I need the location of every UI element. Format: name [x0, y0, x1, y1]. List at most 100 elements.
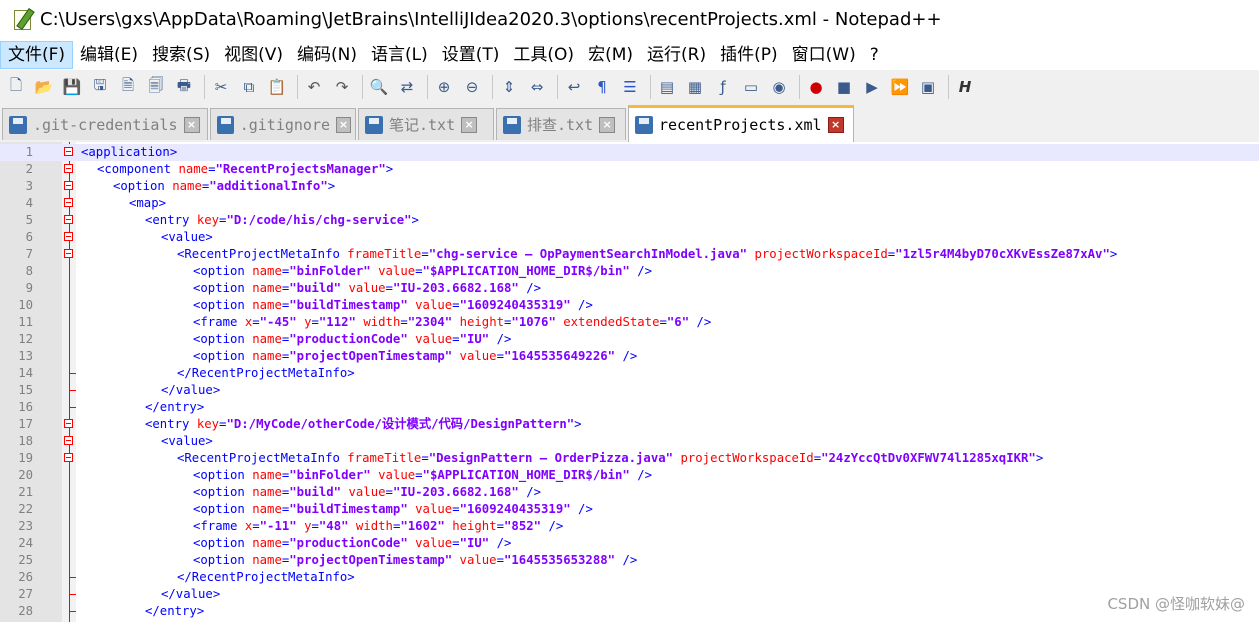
code-line[interactable]: 8 <option name="binFolder" value="$APPLIC…: [0, 263, 1259, 280]
sync-vertical-icon[interactable]: ⇕: [497, 75, 521, 99]
udl-icon[interactable]: ▤: [655, 75, 679, 99]
menu-item-1[interactable]: 编辑(E): [73, 41, 145, 69]
menu-item-4[interactable]: 编码(N): [290, 41, 364, 69]
menu-item-10[interactable]: 插件(P): [713, 41, 785, 69]
fold-toggle-icon[interactable]: [64, 198, 73, 207]
replace-icon[interactable]: ⇄: [395, 75, 419, 99]
fold-toggle-icon[interactable]: [64, 436, 73, 445]
word-wrap-icon[interactable]: ↩: [562, 75, 586, 99]
folder-as-workspace-icon[interactable]: ▭: [739, 75, 763, 99]
menu-item-3[interactable]: 视图(V): [217, 41, 290, 69]
code-line[interactable]: 14 </RecentProjectMetaInfo>: [0, 365, 1259, 382]
fold-toggle-icon[interactable]: [64, 215, 73, 224]
code-token: <option: [193, 264, 253, 278]
doc-map-icon[interactable]: ▦: [683, 75, 707, 99]
code-line[interactable]: 6 <value>: [0, 229, 1259, 246]
print-icon[interactable]: 🖶: [172, 75, 196, 99]
tab-1[interactable]: .gitignore ×: [210, 108, 356, 140]
menu-item-0[interactable]: 文件(F): [0, 41, 74, 69]
fold-toggle-icon[interactable]: [64, 181, 73, 190]
code-line[interactable]: 27 </value>: [0, 586, 1259, 603]
fold-toggle-icon[interactable]: [64, 249, 73, 258]
code-line[interactable]: 17 <entry key="D:/MyCode/otherCode/设计模式/代…: [0, 416, 1259, 433]
menu-item-2[interactable]: 搜索(S): [145, 41, 217, 69]
redo-icon[interactable]: ↷: [330, 75, 354, 99]
function-list-icon[interactable]: ƒ: [711, 75, 735, 99]
open-file-icon[interactable]: 📂: [32, 75, 56, 99]
code-line[interactable]: 15 </value>: [0, 382, 1259, 399]
tab-close-icon[interactable]: ×: [461, 116, 478, 133]
fold-toggle-icon[interactable]: [64, 453, 73, 462]
fold-toggle-icon[interactable]: [64, 164, 73, 173]
record-macro-icon[interactable]: ●: [804, 75, 828, 99]
code-token: "IU-203.6682.168": [392, 281, 519, 295]
tab-3[interactable]: 排查.txt ×: [496, 108, 626, 140]
undo-icon[interactable]: ↶: [302, 75, 326, 99]
menu-item-11[interactable]: 窗口(W): [785, 41, 863, 69]
paste-icon[interactable]: 📋: [265, 75, 289, 99]
stop-macro-icon[interactable]: ■: [832, 75, 856, 99]
fold-toggle-icon[interactable]: [64, 232, 73, 241]
save-all-icon[interactable]: 🖫: [88, 75, 112, 99]
code-line[interactable]: 5 <entry key="D:/code/his/chg-service">: [0, 212, 1259, 229]
tab-close-icon[interactable]: ×: [183, 116, 200, 133]
play-macro-icon[interactable]: ▶: [860, 75, 884, 99]
code-line[interactable]: 28 </entry>: [0, 603, 1259, 620]
code-line[interactable]: 10 <option name="buildTimestamp" value="1…: [0, 297, 1259, 314]
close-all-icon[interactable]: 🗐: [144, 75, 168, 99]
menu-item-12[interactable]: ?: [863, 41, 886, 69]
code-line[interactable]: 23 <frame x="-11" y="48" width="1602" hei…: [0, 518, 1259, 535]
code-line[interactable]: 1 <application>: [0, 144, 1259, 161]
save-icon[interactable]: 💾: [60, 75, 84, 99]
tab-close-icon[interactable]: ×: [599, 116, 616, 133]
code-line[interactable]: 25 <option name = "projectOpenTimestamp" va…: [0, 552, 1259, 569]
code-line[interactable]: 11 <frame x="-45" y="112" width="2304" he…: [0, 314, 1259, 331]
h-icon[interactable]: H: [953, 75, 977, 99]
code-line[interactable]: 18 <value>: [0, 433, 1259, 450]
menu-item-6[interactable]: 设置(T): [435, 41, 507, 69]
save-macro-icon[interactable]: ▣: [916, 75, 940, 99]
cut-icon[interactable]: ✂: [209, 75, 233, 99]
tab-2[interactable]: 笔记.txt ×: [358, 108, 494, 140]
code-token: "IU": [459, 536, 490, 550]
code-line[interactable]: 13 <option name = "projectOpenTimestamp" va…: [0, 348, 1259, 365]
sync-horizontal-icon[interactable]: ⇔: [525, 75, 549, 99]
code-line[interactable]: 12 <option name="productionCode" value="I…: [0, 331, 1259, 348]
fold-toggle-icon[interactable]: [64, 419, 73, 428]
find-icon[interactable]: 🔍: [367, 75, 391, 99]
monitor-icon[interactable]: ◉: [767, 75, 791, 99]
code-token: <frame: [193, 519, 245, 533]
code-text: <entry key="D:/code/his/chg-service">: [81, 212, 419, 229]
code-line[interactable]: 9 <option name="build" value="IU-203.6682…: [0, 280, 1259, 297]
code-line[interactable]: 2 <component name="RecentProjectsManager"…: [0, 161, 1259, 178]
new-file-icon[interactable]: 🗋: [4, 75, 28, 99]
editor[interactable]: 1 <application> 2 <component name="RecentPr…: [0, 142, 1259, 622]
show-all-chars-icon[interactable]: ¶: [590, 75, 614, 99]
code-line[interactable]: 7 <RecentProjectMetaInfo frameTitle="chg-…: [0, 246, 1259, 263]
zoom-out-icon[interactable]: ⊖: [460, 75, 484, 99]
run-macro-multiple-icon[interactable]: ⏩: [888, 75, 912, 99]
code-line[interactable]: 3 <option name="additionalInfo">: [0, 178, 1259, 195]
menu-item-8[interactable]: 宏(M): [581, 41, 640, 69]
menu-item-7[interactable]: 工具(O): [506, 41, 581, 69]
code-line[interactable]: 4 <map>: [0, 195, 1259, 212]
code-line[interactable]: 24 <option name="productionCode" value="I…: [0, 535, 1259, 552]
code-line[interactable]: 19 <RecentProjectMetaInfo frameTitle="Des…: [0, 450, 1259, 467]
fold-toggle-icon[interactable]: [64, 147, 73, 156]
copy-icon[interactable]: ⧉: [237, 75, 261, 99]
tab-4[interactable]: recentProjects.xml ×: [628, 105, 854, 142]
close-icon[interactable]: 🗎: [116, 75, 140, 99]
code-line[interactable]: 20 <option name="binFolder" value="$APPLI…: [0, 467, 1259, 484]
tab-close-icon[interactable]: ×: [336, 116, 351, 133]
menu-item-5[interactable]: 语言(L): [364, 41, 435, 69]
tab-0[interactable]: .git-credentials ×: [2, 108, 208, 140]
code-line[interactable]: 22 <option name="buildTimestamp" value="1…: [0, 501, 1259, 518]
code-token: </entry>: [145, 400, 205, 414]
code-line[interactable]: 26 </RecentProjectMetaInfo>: [0, 569, 1259, 586]
menu-item-9[interactable]: 运行(R): [640, 41, 713, 69]
tab-close-icon[interactable]: ×: [827, 117, 844, 133]
indent-guide-icon[interactable]: ☰: [618, 75, 642, 99]
code-line[interactable]: 16 </entry>: [0, 399, 1259, 416]
code-line[interactable]: 21 <option name="build" value="IU-203.668…: [0, 484, 1259, 501]
zoom-in-icon[interactable]: ⊕: [432, 75, 456, 99]
